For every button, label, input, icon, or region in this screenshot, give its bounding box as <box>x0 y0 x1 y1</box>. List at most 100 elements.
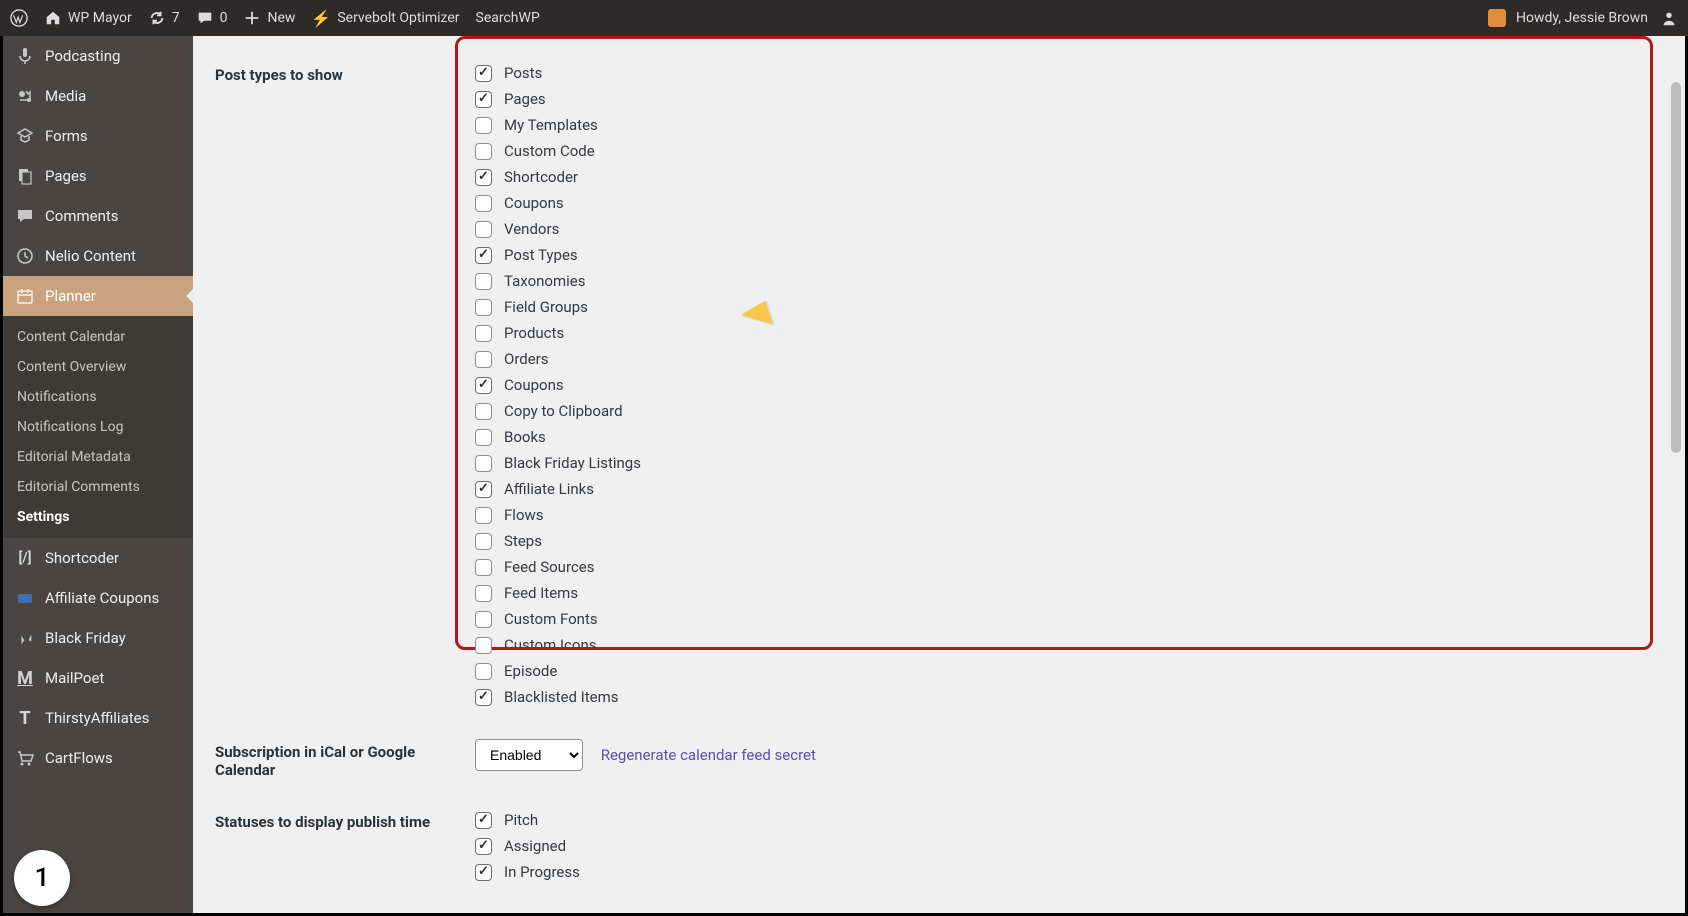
post-type-row[interactable]: Feed Sources <box>475 556 1663 579</box>
post-type-row[interactable]: Flows <box>475 504 1663 527</box>
post-type-checkbox[interactable] <box>475 689 492 706</box>
new-content-link[interactable]: New <box>243 9 295 27</box>
sidebar-item-affiliate-coupons[interactable]: Affiliate Coupons <box>3 578 193 618</box>
post-type-row[interactable]: Orders <box>475 348 1663 371</box>
sidebar-item-black-friday[interactable]: Black Friday <box>3 618 193 658</box>
post-type-row[interactable]: Vendors <box>475 218 1663 241</box>
post-type-row[interactable]: Field Groups <box>475 296 1663 319</box>
post-type-row[interactable]: Pages <box>475 88 1663 111</box>
sidebar-item-media[interactable]: Media <box>3 76 193 116</box>
post-type-row[interactable]: Coupons <box>475 192 1663 215</box>
post-type-row[interactable]: Blacklisted Items <box>475 686 1663 709</box>
post-type-row[interactable]: Feed Items <box>475 582 1663 605</box>
post-type-label: Steps <box>504 530 542 553</box>
status-checkbox[interactable] <box>475 812 492 829</box>
post-type-checkbox[interactable] <box>475 221 492 238</box>
sidebar-item-mailpoet[interactable]: MMailPoet <box>3 658 193 698</box>
sidebar-item-label: Black Friday <box>45 629 126 647</box>
post-type-row[interactable]: Steps <box>475 530 1663 553</box>
post-type-checkbox[interactable] <box>475 559 492 576</box>
sidebar-item-cartflows[interactable]: CartFlows <box>3 738 193 778</box>
submenu-item-content-calendar[interactable]: Content Calendar <box>3 322 193 352</box>
post-type-row[interactable]: Custom Fonts <box>475 608 1663 631</box>
status-checkbox[interactable] <box>475 838 492 855</box>
wp-logo[interactable] <box>10 9 28 27</box>
new-label: New <box>267 10 295 26</box>
post-type-checkbox[interactable] <box>475 169 492 186</box>
post-type-checkbox[interactable] <box>475 481 492 498</box>
post-type-checkbox[interactable] <box>475 507 492 524</box>
post-type-checkbox[interactable] <box>475 637 492 654</box>
status-row[interactable]: In Progress <box>475 861 1663 884</box>
post-type-checkbox[interactable] <box>475 299 492 316</box>
calendar-icon <box>15 286 35 306</box>
post-type-row[interactable]: Black Friday Listings <box>475 452 1663 475</box>
status-row[interactable]: Pitch <box>475 809 1663 832</box>
sidebar-item-forms[interactable]: Forms <box>3 116 193 156</box>
post-type-row[interactable]: Books <box>475 426 1663 449</box>
post-type-checkbox[interactable] <box>475 65 492 82</box>
post-type-checkbox[interactable] <box>475 117 492 134</box>
sidebar-item-label: ThirstyAffiliates <box>45 709 149 727</box>
post-type-row[interactable]: Post Types <box>475 244 1663 267</box>
sidebar-item-comments[interactable]: Comments <box>3 196 193 236</box>
post-type-checkbox[interactable] <box>475 611 492 628</box>
searchwp-link[interactable]: SearchWP <box>476 10 540 26</box>
post-type-checkbox[interactable] <box>475 325 492 342</box>
regenerate-link[interactable]: Regenerate calendar feed secret <box>601 746 816 764</box>
post-type-checkbox[interactable] <box>475 455 492 472</box>
updates-link[interactable]: 7 <box>148 9 180 27</box>
sidebar-item-shortcoder[interactable]: [/]Shortcoder <box>3 538 193 578</box>
post-type-checkbox[interactable] <box>475 351 492 368</box>
coupon-icon <box>15 588 35 608</box>
post-type-label: Custom Fonts <box>504 608 598 631</box>
status-row[interactable]: Assigned <box>475 835 1663 858</box>
site-name-link[interactable]: WP Mayor <box>44 9 132 27</box>
refresh-icon <box>148 9 166 27</box>
sidebar-item-thirstyaffiliates[interactable]: TThirstyAffiliates <box>3 698 193 738</box>
post-type-row[interactable]: Shortcoder <box>475 166 1663 189</box>
post-type-row[interactable]: Affiliate Links <box>475 478 1663 501</box>
submenu-item-editorial-metadata[interactable]: Editorial Metadata <box>3 442 193 472</box>
sidebar-item-pages[interactable]: Pages <box>3 156 193 196</box>
post-type-label: Field Groups <box>504 296 588 319</box>
post-type-checkbox[interactable] <box>475 195 492 212</box>
servebolt-link[interactable]: ⚡Servebolt Optimizer <box>311 9 459 28</box>
post-type-checkbox[interactable] <box>475 663 492 680</box>
sidebar-item-nelio-content[interactable]: Nelio Content <box>3 236 193 276</box>
post-type-checkbox[interactable] <box>475 247 492 264</box>
post-type-row[interactable]: Products <box>475 322 1663 345</box>
comments-link[interactable]: 0 <box>196 9 228 27</box>
post-type-checkbox[interactable] <box>475 377 492 394</box>
post-type-checkbox[interactable] <box>475 585 492 602</box>
post-type-row[interactable]: My Templates <box>475 114 1663 137</box>
submenu-item-settings[interactable]: Settings <box>3 502 193 532</box>
post-type-row[interactable]: Copy to Clipboard <box>475 400 1663 423</box>
post-type-checkbox[interactable] <box>475 533 492 550</box>
account-link[interactable]: Howdy, Jessie Brown <box>1516 9 1678 27</box>
submenu-item-notifications[interactable]: Notifications <box>3 382 193 412</box>
post-type-checkbox[interactable] <box>475 143 492 160</box>
post-type-row[interactable]: Coupons <box>475 374 1663 397</box>
submenu-item-content-overview[interactable]: Content Overview <box>3 352 193 382</box>
sidebar-item-planner[interactable]: Planner <box>3 276 193 316</box>
submenu-item-editorial-comments[interactable]: Editorial Comments <box>3 472 193 502</box>
wordpress-icon <box>10 9 28 27</box>
sidebar-item-podcasting[interactable]: Podcasting <box>3 36 193 76</box>
status-checkbox[interactable] <box>475 864 492 881</box>
post-type-row[interactable]: Custom Icons <box>475 634 1663 657</box>
post-type-checkbox[interactable] <box>475 429 492 446</box>
comments-count: 0 <box>220 10 228 26</box>
subscription-select[interactable]: Enabled <box>475 739 583 771</box>
submenu-item-notifications-log[interactable]: Notifications Log <box>3 412 193 442</box>
post-type-checkbox[interactable] <box>475 91 492 108</box>
post-type-row[interactable]: Posts <box>475 62 1663 85</box>
post-type-row[interactable]: Custom Code <box>475 140 1663 163</box>
forms-icon <box>15 126 35 146</box>
post-type-checkbox[interactable] <box>475 273 492 290</box>
post-type-label: Feed Items <box>504 582 578 605</box>
post-type-row[interactable]: Episode <box>475 660 1663 683</box>
post-type-row[interactable]: Taxonomies <box>475 270 1663 293</box>
post-type-checkbox[interactable] <box>475 403 492 420</box>
scrollbar[interactable] <box>1671 82 1681 453</box>
